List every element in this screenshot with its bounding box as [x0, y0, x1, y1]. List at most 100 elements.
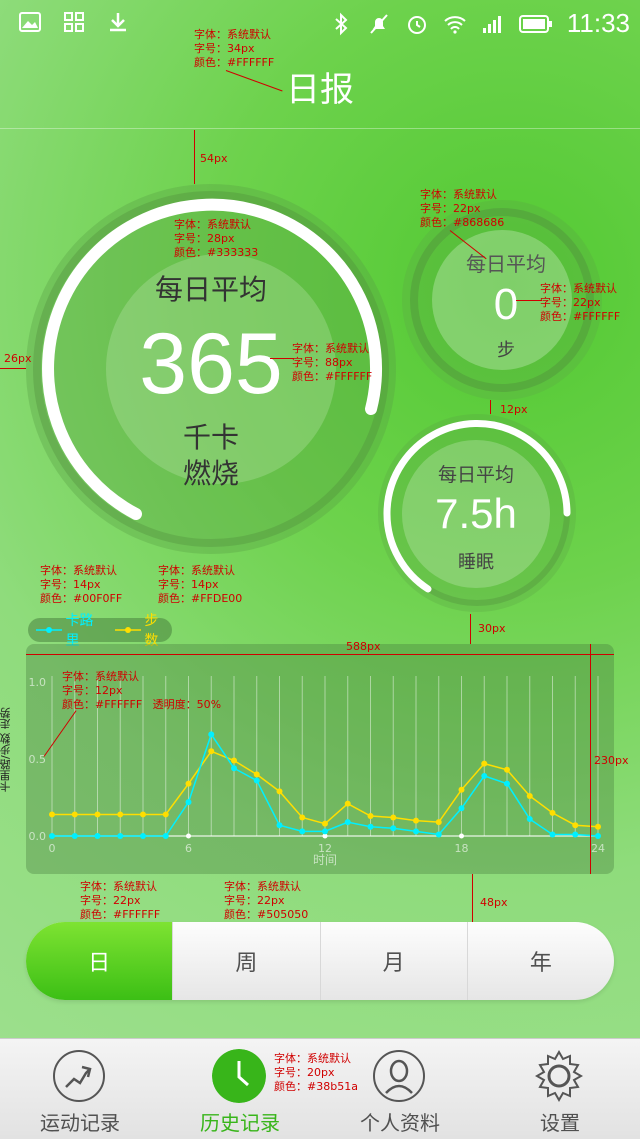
data-point [185, 799, 192, 806]
data-point [572, 831, 579, 838]
sleep-caption: 每日平均 [437, 464, 514, 486]
dimension-12: 12px [500, 403, 528, 416]
y-tick-label: 1.0 [29, 676, 47, 689]
chart-y-label: 卡里路/步数 走势 [0, 707, 12, 793]
data-point [595, 833, 601, 839]
dimension-line [590, 644, 591, 874]
data-point [117, 811, 124, 818]
x-tick-label: 0 [49, 842, 56, 855]
nav-workout[interactable]: 运动记录 [10, 1039, 150, 1139]
download-icon [110, 13, 126, 32]
calorie-value: 365 [139, 316, 283, 412]
dimension-line [472, 874, 473, 922]
data-point [253, 777, 260, 784]
steps-unit: 步 [497, 340, 515, 361]
data-point [71, 811, 78, 818]
gallery-icon [19, 12, 41, 32]
data-point [458, 805, 465, 812]
dimension-230: 230px [594, 754, 629, 767]
data-point [367, 823, 374, 830]
dimension-26: 26px [4, 352, 32, 365]
nav-workout-label: 运动记录 [40, 1111, 120, 1135]
data-point [140, 833, 146, 839]
data-point [458, 786, 465, 793]
annotation-nav-spec: 字体：系统默认 字号：20px 颜色：#38b51a [274, 1052, 358, 1093]
chart-legend: 卡路里 步数 [28, 613, 172, 649]
tab-week[interactable]: 周 [172, 922, 319, 1000]
data-point [208, 731, 215, 738]
tab-month[interactable]: 月 [319, 922, 467, 1000]
calorie-unit-burn: 燃烧 [182, 457, 239, 490]
calories-legend-swatch [36, 627, 62, 633]
data-point [435, 819, 442, 826]
period-tabs: 日 周 月 年 [26, 922, 614, 1000]
dimension-588: 588px [346, 640, 381, 653]
data-point [481, 772, 488, 779]
annotation-leader [516, 300, 542, 301]
dimension-54: 54px [200, 152, 228, 165]
data-point [162, 811, 169, 818]
data-point [322, 828, 328, 835]
data-point [526, 792, 533, 799]
nav-settings[interactable]: 设置 [490, 1039, 630, 1139]
annotation-title-spec: 字体：系统默认 字号：34px 颜色：#FFFFFF [194, 28, 275, 69]
annotation-tab-active-spec: 字体：系统默认 字号：22px 颜色：#FFFFFF [80, 880, 161, 921]
wifi-icon [444, 15, 466, 34]
data-point [276, 788, 283, 795]
data-point [367, 812, 374, 819]
dimension-line [0, 368, 26, 369]
steps-legend-swatch [114, 627, 141, 633]
steps-caption: 每日平均 [466, 252, 546, 276]
runner-icon [53, 1050, 105, 1102]
data-point [231, 757, 237, 764]
tab-day[interactable]: 日 [26, 922, 173, 1000]
user-icon [373, 1050, 425, 1102]
dimension-48: 48px [480, 896, 508, 909]
annotation-axis-spec: 字体：系统默认 字号：12px 颜色：#FFFFFF 透明度：50% [62, 670, 222, 711]
data-point [504, 766, 510, 773]
header-divider [0, 128, 640, 129]
status-time: 11:33 [566, 8, 630, 38]
tab-year[interactable]: 年 [466, 922, 614, 1000]
data-point [140, 811, 146, 818]
annotation-small-caption-spec: 字体：系统默认 字号：22px 颜色：#868686 [420, 188, 505, 229]
data-point [94, 811, 101, 818]
data-point [504, 780, 510, 787]
data-point [344, 819, 351, 826]
alarm-icon [407, 15, 426, 34]
data-point [231, 765, 237, 772]
nav-history-label: 历史记录 [200, 1111, 280, 1135]
data-point [71, 833, 78, 839]
annotation-value-spec: 字体：系统默认 字号：88px 颜色：#FFFFFF [292, 342, 373, 383]
data-point [481, 760, 488, 767]
dimension-line [194, 130, 195, 184]
data-point [94, 833, 101, 839]
calorie-unit: 千卡 [182, 421, 239, 454]
data-point [208, 748, 215, 755]
data-point [526, 816, 533, 823]
nav-profile-label: 个人资料 [360, 1111, 440, 1135]
signal-icon [482, 15, 501, 33]
calorie-caption: 每日平均 [154, 273, 267, 306]
annotation-caption-spec: 字体：系统默认 字号：28px 颜色：#333333 [174, 218, 259, 259]
status-bar: 11:33 [0, 0, 640, 48]
y-tick-label: 0.0 [29, 830, 47, 843]
data-point [413, 817, 419, 824]
battery-icon [518, 14, 552, 33]
annotation-tab-spec: 字体：系统默认 字号：22px 颜色：#505050 [224, 880, 309, 921]
data-point [572, 822, 579, 829]
data-point [322, 820, 328, 827]
data-point [413, 828, 419, 835]
data-point [344, 800, 351, 807]
bluetooth-icon [335, 12, 348, 35]
data-point [117, 833, 124, 839]
dimension-line [470, 614, 471, 644]
page-title: 日报 [286, 70, 354, 110]
data-point [299, 814, 306, 821]
nav-settings-label: 设置 [540, 1111, 580, 1135]
clock-icon [212, 1049, 266, 1103]
data-point [595, 823, 601, 830]
annotation-legend-cal-spec: 字体：系统默认 字号：14px 颜色：#00F0FF [40, 564, 123, 605]
data-point [299, 828, 306, 835]
x-tick-label: 24 [591, 842, 605, 855]
